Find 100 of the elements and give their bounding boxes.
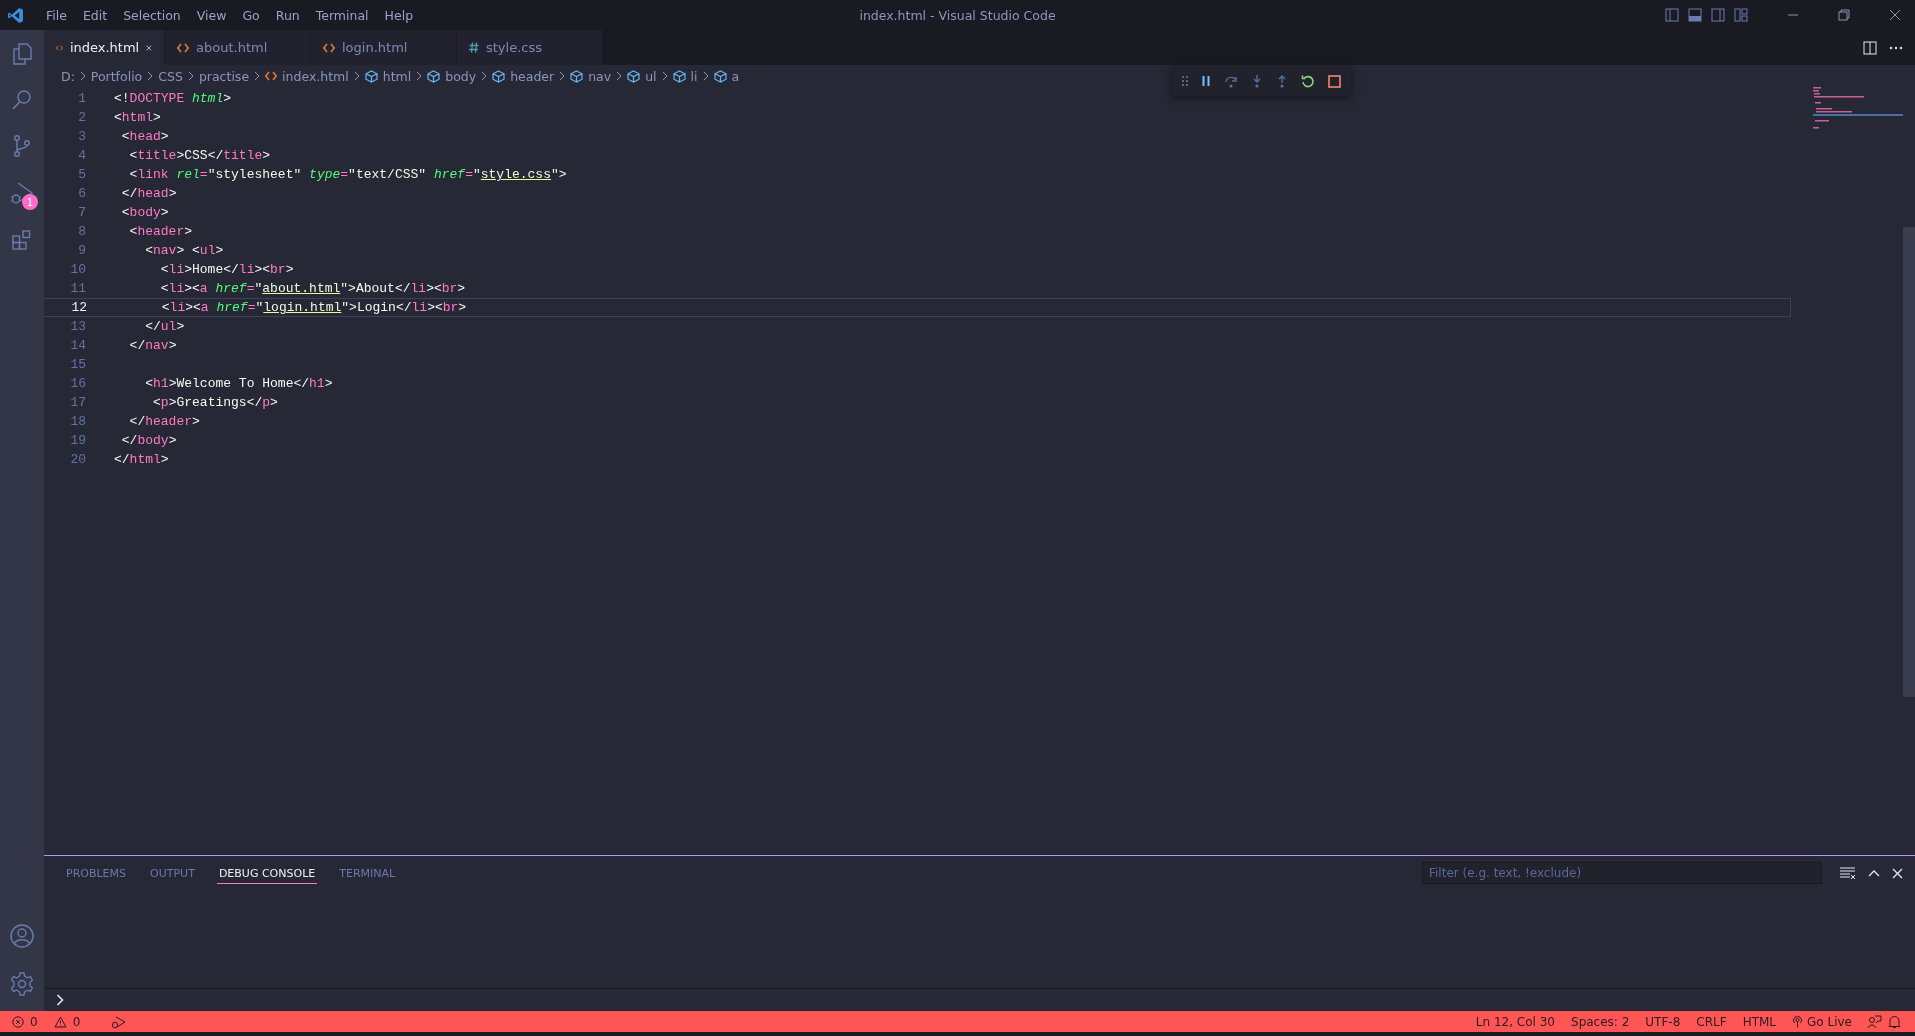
breadcrumb-item[interactable]: a [731, 68, 740, 84]
code-line: </body> [120, 433, 177, 448]
line-number: 8 [77, 224, 86, 239]
status-item[interactable]: UTF-8 [1645, 1014, 1681, 1029]
sidebar-layout-icon[interactable] [1665, 8, 1679, 22]
layout-grid-icon[interactable] [1734, 8, 1748, 22]
html-file-icon [177, 42, 189, 53]
status-item[interactable]: Ln 12, Col 30 [1475, 1014, 1555, 1029]
line-number: 3 [77, 129, 86, 144]
maximize-panel-icon[interactable] [1868, 869, 1880, 877]
broadcast-icon [1792, 1015, 1804, 1028]
sidebar-layout-icon[interactable] [1711, 8, 1725, 22]
code-line: <head> [120, 129, 169, 144]
stop-icon[interactable] [1328, 74, 1341, 88]
code-line: <h1>Welcome To Home</h1> [144, 376, 333, 391]
split-editor-icon[interactable] [1863, 40, 1877, 55]
more-icon[interactable] [1889, 45, 1903, 50]
bell-icon[interactable] [1888, 1014, 1901, 1029]
menu-item[interactable]: File [38, 7, 75, 23]
file-tab[interactable]: index.html [44, 30, 164, 65]
breadcrumb-item[interactable]: li [690, 68, 698, 84]
run-debug-icon[interactable] [9, 180, 35, 206]
breadcrumb-item[interactable]: index.html [282, 68, 349, 84]
search-icon[interactable] [10, 88, 34, 112]
file-tab[interactable]: about.html [165, 30, 310, 65]
chevron-icon [481, 71, 488, 81]
restart-icon[interactable] [1301, 74, 1315, 88]
breadcrumb-item[interactable]: body [445, 68, 477, 84]
chevron-icon [254, 71, 261, 81]
line-number: 11 [69, 281, 86, 296]
line-number: 10 [69, 262, 86, 277]
code-line: <li>Home</li><br> [159, 262, 294, 277]
status-item[interactable]: HTML [1742, 1014, 1777, 1029]
menu-item[interactable]: Edit [74, 7, 116, 23]
menu-item[interactable]: Go [234, 7, 268, 23]
menu-item[interactable]: Run [267, 7, 308, 23]
code-line: </html> [114, 452, 169, 467]
step-into-icon[interactable] [1251, 74, 1263, 88]
close-icon[interactable] [1889, 9, 1901, 21]
cube-icon [672, 69, 686, 83]
warning-count[interactable]: 0 [72, 1014, 81, 1029]
breadcrumb-item[interactable]: Portfolio [90, 68, 143, 84]
line-number: 19 [69, 433, 86, 448]
code-line: <li><a href="about.html">About</li><br> [159, 281, 466, 296]
breadcrumb-item[interactable]: CSS [158, 68, 183, 84]
menu-item[interactable]: View [188, 7, 235, 23]
cube-icon [364, 69, 378, 83]
chevron-icon [559, 71, 566, 81]
error-count[interactable]: 0 [30, 1014, 38, 1029]
menu-item[interactable]: Selection [115, 7, 189, 23]
panel-layout-icon[interactable] [1688, 8, 1702, 22]
restore-icon[interactable] [1838, 9, 1850, 21]
line-number: 18 [69, 414, 86, 429]
feedback-icon[interactable] [1868, 1014, 1882, 1029]
debug-icon[interactable] [110, 1014, 127, 1029]
clear-console-icon[interactable] [1840, 867, 1856, 879]
code-line: <link rel="stylesheet" type="text/CSS" href="style.css"> [128, 167, 567, 182]
line-number: 1 [77, 91, 86, 106]
code-line: <p>Greatings</p> [152, 395, 278, 410]
file-tab[interactable]: login.html [311, 30, 456, 65]
breadcrumb-item[interactable]: D: [61, 68, 75, 84]
pause-icon[interactable] [1201, 75, 1211, 87]
hash-file-icon [469, 42, 479, 53]
panel-tab[interactable]: TERMINAL [337, 862, 398, 884]
error-icon[interactable] [12, 1015, 24, 1028]
scrollbar[interactable] [1903, 227, 1915, 697]
code-line: </header> [128, 414, 200, 429]
status-item[interactable]: CRLF [1696, 1014, 1727, 1029]
menu-item[interactable]: Help [376, 7, 422, 23]
breadcrumb-item[interactable]: practise [198, 68, 250, 84]
line-number: 9 [77, 243, 86, 258]
breadcrumb-item[interactable]: html [382, 68, 412, 84]
settings-icon[interactable] [9, 971, 35, 997]
panel-tab[interactable]: PROBLEMS [64, 862, 129, 884]
files-icon[interactable] [10, 42, 34, 66]
panel-tab[interactable]: DEBUG CONSOLE [216, 862, 318, 884]
code-line: <li><a href="login.html">Login</li><br> [160, 300, 467, 315]
file-tab[interactable]: style.css [457, 30, 602, 65]
status-item[interactable]: Spaces: 2 [1571, 1014, 1630, 1029]
chevron-icon [353, 71, 360, 81]
breadcrumb-item[interactable]: nav [588, 68, 612, 84]
code-line: </head> [120, 186, 177, 201]
go-live-button[interactable]: Go Live [1792, 1014, 1852, 1029]
menu-item[interactable]: Terminal [307, 7, 377, 23]
panel-tab[interactable]: OUTPUT [148, 862, 197, 884]
window-title: index.html - Visual Studio Code [859, 7, 1056, 23]
line-number: 7 [77, 205, 86, 220]
code-line: <header> [128, 224, 193, 239]
drag-handle-icon[interactable] [1182, 76, 1188, 86]
breadcrumb-item[interactable]: ul [645, 68, 657, 84]
breadcrumb-item[interactable]: header [510, 68, 555, 84]
chevron-icon[interactable] [56, 994, 64, 1006]
step-out-icon[interactable] [1276, 74, 1288, 88]
account-icon[interactable] [9, 923, 35, 949]
chevron-icon [79, 71, 86, 81]
code-line: <title>CSS</title> [128, 148, 271, 163]
close-icon[interactable] [146, 42, 152, 53]
step-over-icon[interactable] [1224, 74, 1238, 88]
warning-icon[interactable] [53, 1015, 67, 1028]
filter-field[interactable]: Filter (e.g. text, !exclude) [1422, 862, 1822, 884]
